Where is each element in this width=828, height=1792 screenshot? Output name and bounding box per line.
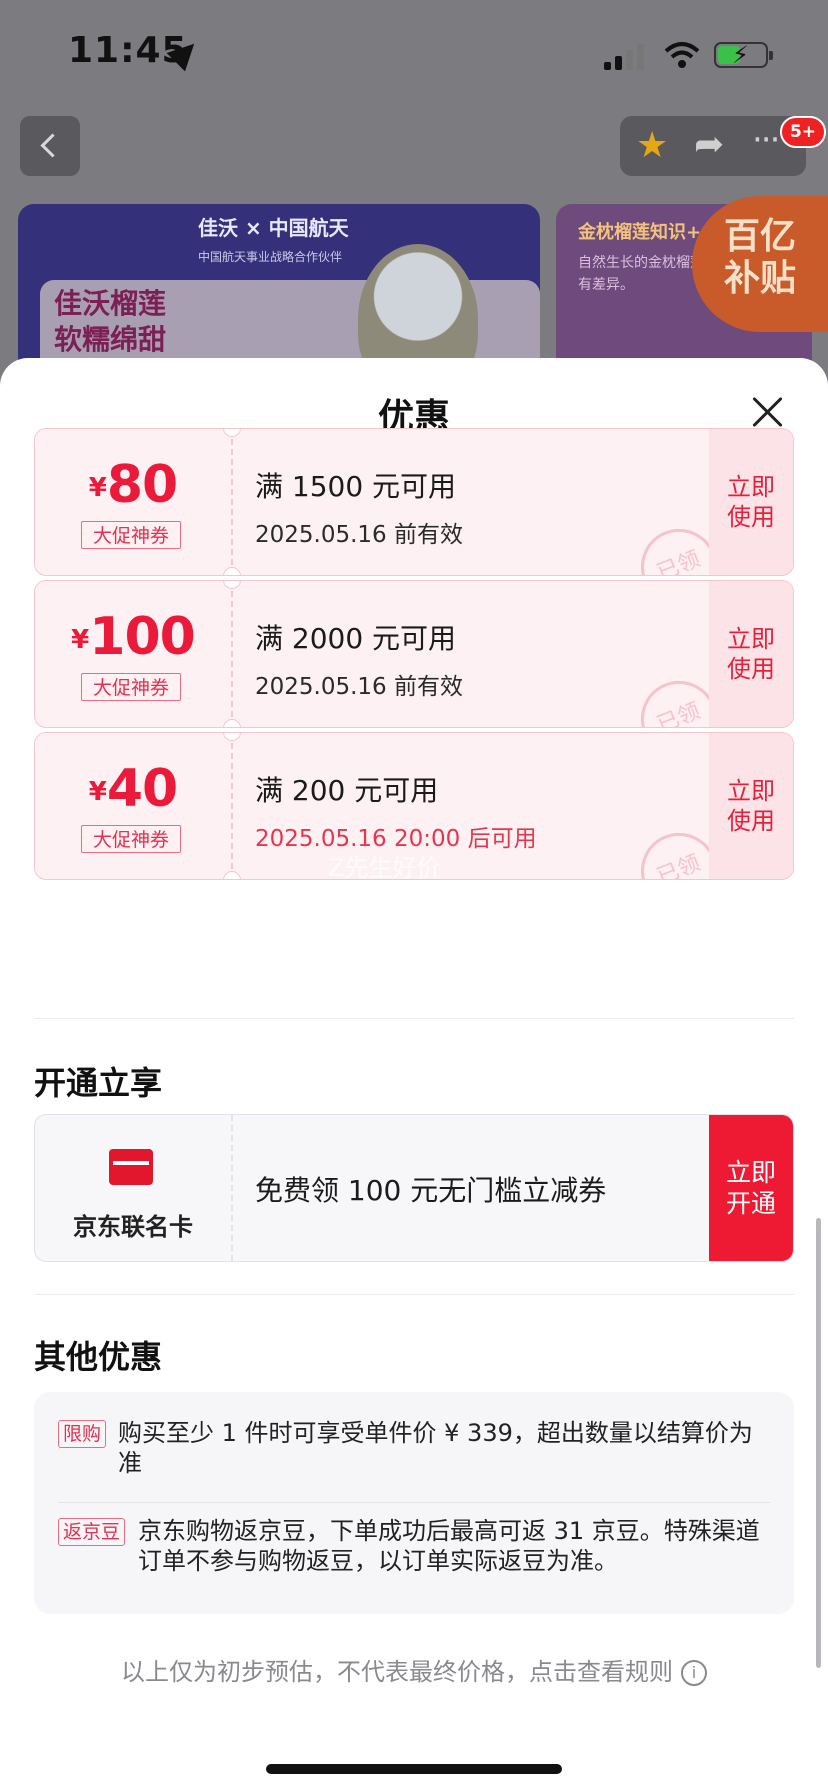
coupon-amount: ¥100	[71, 607, 196, 667]
use-now-button[interactable]: 立即使用	[709, 733, 793, 879]
status-bar: 11:45 ⚡	[0, 0, 828, 100]
coupon-tag: 大促神券	[81, 673, 181, 701]
coupon-validity: 2025.05.16 前有效	[255, 674, 463, 700]
coupon-tag: 大促神券	[81, 825, 181, 853]
background-page: 11:45 ⚡ ★ ➦ ··· 5+ 佳沃 × 中国航天 中国航天事业战略合作伙…	[0, 0, 828, 404]
credit-card-icon	[109, 1149, 153, 1185]
coupon-card: ¥80 大促神券 满 1500 元可用 2025.05.16 前有效 已领 立即…	[34, 428, 794, 576]
card-offer-text: 免费领 100 元无门槛立减券	[255, 1174, 607, 1207]
coupon-condition: 满 1500 元可用	[255, 470, 457, 503]
header-actions: ★ ➦ ···	[620, 116, 806, 176]
notification-badge: 5+	[780, 116, 826, 148]
coupon-card: ¥100 大促神券 满 2000 元可用 2025.05.16 前有效 已领 立…	[34, 580, 794, 728]
subsidy-badge: 百亿 补贴	[692, 196, 828, 332]
use-now-button[interactable]: 立即使用	[709, 581, 793, 727]
open-now-button[interactable]: 立即开通	[709, 1115, 793, 1261]
battery-icon: ⚡	[714, 42, 773, 68]
purchase-limit-badge: 限购	[58, 1420, 107, 1448]
back-button[interactable]	[20, 116, 80, 176]
close-icon[interactable]	[750, 394, 786, 430]
home-indicator[interactable]	[266, 1764, 562, 1774]
coupon-condition: 满 200 元可用	[255, 774, 439, 807]
other-section-title: 其他优惠	[34, 1338, 163, 1376]
share-icon[interactable]: ➦	[694, 124, 724, 166]
scrollbar[interactable]	[816, 1218, 821, 1668]
coupon-amount: ¥40	[88, 759, 178, 819]
favorite-star-icon[interactable]: ★	[636, 126, 668, 166]
divider	[34, 1294, 794, 1295]
divider	[34, 1018, 794, 1019]
card-name: 京东联名卡	[73, 1213, 193, 1241]
banner-slogan: 佳沃榴莲 软糯绵甜	[54, 287, 167, 356]
wifi-icon	[664, 42, 700, 68]
coupon-amount: ¥80	[88, 455, 178, 515]
coupon-tag: 大促神券	[81, 521, 181, 549]
co-branded-card-offer: 京东联名卡 免费领 100 元无门槛立减券 立即开通	[34, 1114, 794, 1262]
open-section-title: 开通立享	[34, 1064, 163, 1102]
banner-brand-subtitle: 中国航天事业战略合作伙伴	[198, 250, 343, 264]
jd-bean-text: 京东购物返京豆，下单成功后最高可返 31 京豆。特殊渠道订单不参与购物返豆，以订…	[138, 1517, 760, 1575]
purchase-limit-text: 购买至少 1 件时可享受单件价 ¥ 339，超出数量以结算价为准	[118, 1419, 753, 1477]
use-now-button[interactable]: 立即使用	[709, 429, 793, 575]
other-offers-box: 限购 购买至少 1 件时可享受单件价 ¥ 339，超出数量以结算价为准 返京豆 …	[34, 1392, 794, 1614]
jd-bean-badge: 返京豆	[58, 1518, 126, 1546]
more-icon[interactable]: ···	[752, 120, 780, 160]
cellular-signal-icon	[604, 44, 648, 70]
coupon-condition: 满 2000 元可用	[255, 622, 457, 655]
discount-sheet: 优惠 ¥80 大促神券 满 1500 元可用 2025.05.16 前有效 已领…	[0, 358, 828, 1792]
watermark: Z先生好价	[328, 854, 441, 882]
banner-brand: 佳沃 × 中国航天	[198, 216, 349, 240]
info-icon: i	[681, 1660, 707, 1686]
rules-link[interactable]: 以上仅为初步预估，不代表最终价格，点击查看规则 i	[0, 1652, 828, 1687]
info-banner-title: 金枕榴莲知识+	[578, 222, 702, 243]
coupon-validity: 2025.05.16 前有效	[255, 522, 463, 548]
